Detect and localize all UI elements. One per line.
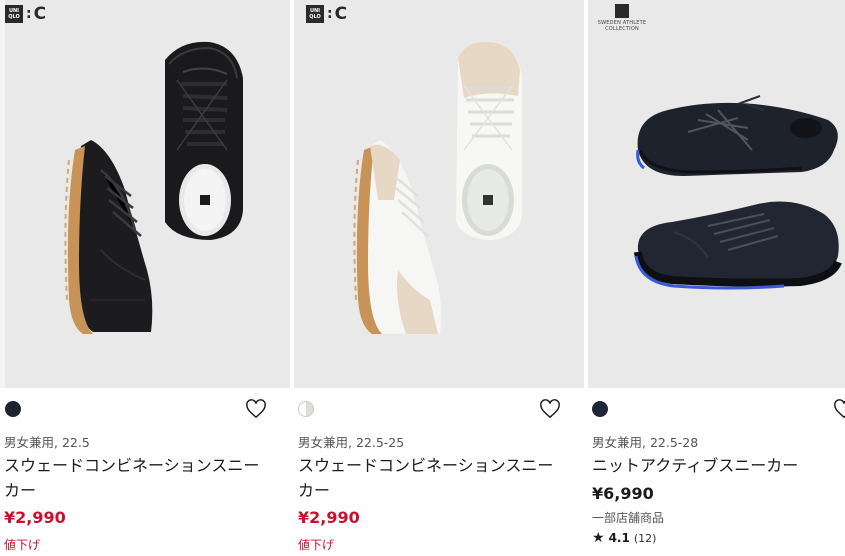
product-rating[interactable]: ★ 4.1 (12) [592, 530, 656, 546]
favorite-heart-icon[interactable] [539, 399, 561, 419]
star-icon: ★ [592, 530, 605, 546]
price-down-badge: 値下げ [4, 538, 41, 552]
product-price: ¥6,990 [592, 484, 654, 503]
store-limited-note: 一部店舗商品 [592, 511, 665, 525]
product-card[interactable]: SWEDEN ATHLETE COLLECTION 男女兼用, 22.5-28 … [588, 0, 845, 556]
uniqlo-logo-box: UNI QLO [306, 5, 324, 23]
sweden-athlete-collection-logo: SWEDEN ATHLETE COLLECTION [594, 4, 650, 32]
color-swatch-white[interactable] [298, 401, 314, 417]
favorite-heart-icon[interactable] [245, 399, 267, 419]
product-image[interactable]: SWEDEN ATHLETE COLLECTION [588, 0, 845, 388]
rating-value: 4.1 [608, 531, 630, 545]
product-card[interactable]: UNI QLO : C 男女兼用, 22.5 スウェードコンビネーションスニーカ… [0, 0, 290, 556]
price-down-badge: 値下げ [298, 538, 335, 552]
product-name[interactable]: スウェードコンビネーションスニーカー [4, 453, 274, 503]
white-sneakers-illustration [353, 41, 522, 334]
product-name[interactable]: ニットアクティブスニーカー [592, 453, 845, 478]
product-gender-size: 男女兼用, 22.5-25 [298, 435, 405, 450]
uniqlo-c-logo: UNI QLO : C [306, 4, 347, 24]
product-price: ¥2,990 [4, 508, 66, 527]
review-count: (12) [633, 531, 657, 545]
color-swatch-navy[interactable] [5, 401, 21, 417]
color-swatch-navy[interactable] [592, 401, 608, 417]
product-image[interactable]: UNI QLO : C [294, 0, 584, 388]
product-price: ¥2,990 [298, 508, 360, 527]
uniqlo-logo-box: UNI QLO [5, 5, 23, 23]
knit-sneakers-illustration [634, 95, 842, 290]
product-gender-size: 男女兼用, 22.5 [4, 435, 90, 450]
black-sneakers-illustration [64, 41, 243, 334]
product-name[interactable]: スウェードコンビネーションスニーカー [298, 453, 568, 503]
uniqlo-logo-box [615, 4, 629, 18]
product-gender-size: 男女兼用, 22.5-28 [592, 435, 699, 450]
uniqlo-c-logo: UNI QLO : C [5, 4, 46, 24]
favorite-heart-icon[interactable] [833, 399, 845, 419]
product-image[interactable]: UNI QLO : C [5, 0, 290, 388]
product-card[interactable]: UNI QLO : C 男女兼用, 22.5-25 スウェードコンビネーションス… [294, 0, 584, 556]
